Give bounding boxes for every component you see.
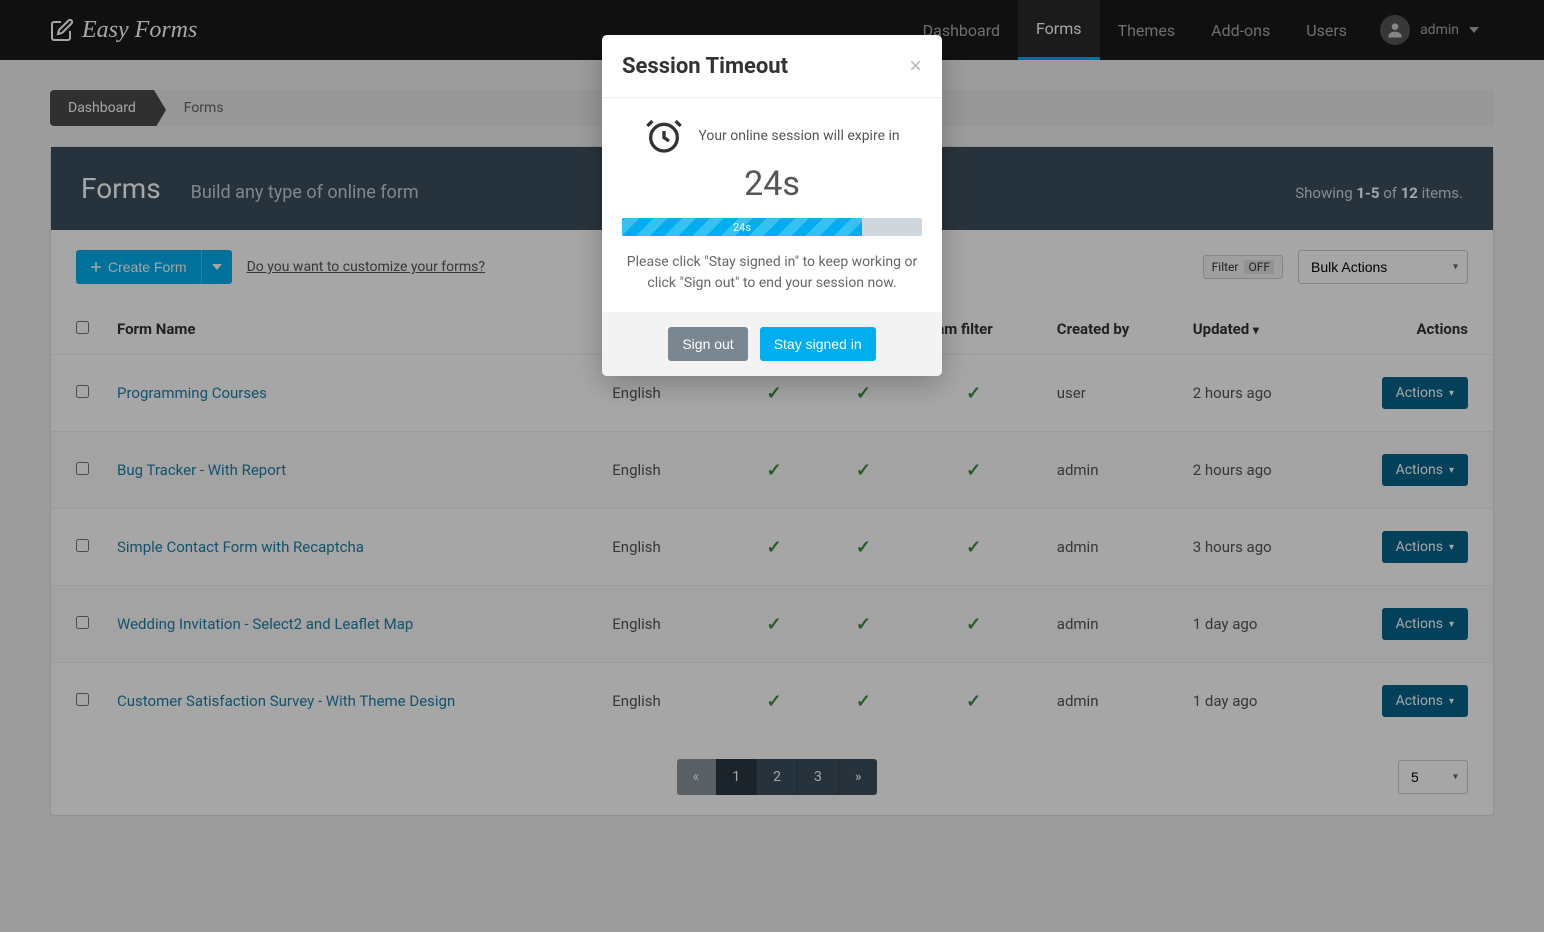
stay-signed-in-button[interactable]: Stay signed in bbox=[760, 327, 876, 361]
progress-bar: 24s bbox=[622, 218, 922, 236]
session-timeout-modal: Session Timeout × Your online session wi… bbox=[602, 35, 942, 376]
progress-fill: 24s bbox=[622, 218, 862, 236]
modal-expire-text: Your online session will expire in bbox=[698, 128, 899, 144]
modal-title: Session Timeout bbox=[622, 54, 788, 79]
sign-out-button[interactable]: Sign out bbox=[668, 327, 747, 361]
modal-footer: Sign out Stay signed in bbox=[602, 312, 942, 376]
modal-message: Please click "Stay signed in" to keep wo… bbox=[622, 252, 922, 294]
modal-header: Session Timeout × bbox=[602, 35, 942, 98]
modal-countdown: 24s bbox=[622, 164, 922, 204]
clock-alarm-icon bbox=[644, 116, 684, 156]
modal-close-button[interactable]: × bbox=[909, 53, 922, 79]
